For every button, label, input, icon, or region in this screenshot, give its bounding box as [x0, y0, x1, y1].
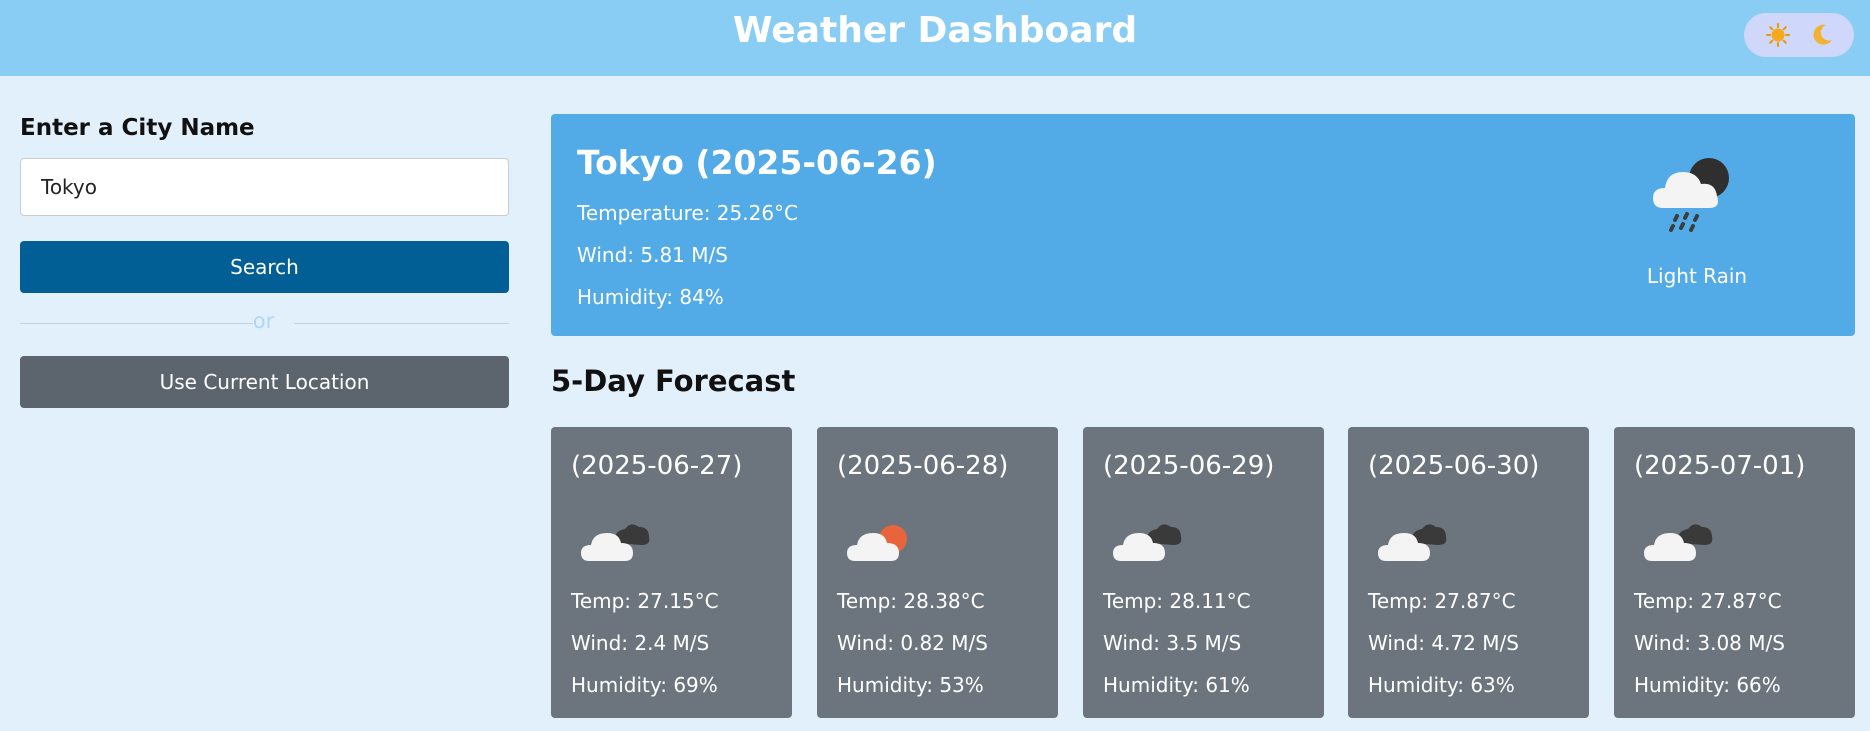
forecast-date: (2025-06-29): [1103, 451, 1275, 481]
city-search-input[interactable]: [20, 158, 509, 216]
city-search-label: Enter a City Name: [20, 115, 255, 141]
forecast-date: (2025-06-27): [571, 451, 743, 481]
broken-clouds-icon: [581, 524, 650, 561]
forecast-humidity: Humidity: 53%: [837, 673, 984, 697]
current-wind: Wind: 5.81 M/S: [577, 243, 728, 267]
current-temperature: Temperature: 25.26°C: [577, 201, 799, 225]
forecast-temp: Temp: 28.38°C: [837, 589, 985, 613]
forecast-card: (2025-06-30) Temp: 27.87°C Wind: 4.72 M/…: [1348, 427, 1589, 718]
forecast-heading: 5-Day Forecast: [551, 364, 796, 398]
forecast-temp: Temp: 28.11°C: [1103, 589, 1251, 613]
app-header: Weather Dashboard: [0, 0, 1870, 76]
current-city-date: Tokyo (2025-06-26): [577, 143, 937, 182]
theme-toggle[interactable]: [1744, 13, 1854, 57]
forecast-temp: Temp: 27.15°C: [571, 589, 719, 613]
night-rain-icon: [1653, 158, 1729, 232]
broken-clouds-icon: [1644, 524, 1713, 561]
forecast-wind: Wind: 3.08 M/S: [1634, 631, 1785, 655]
forecast-card: (2025-07-01) Temp: 27.87°C Wind: 3.08 M/…: [1614, 427, 1855, 718]
forecast-temp: Temp: 27.87°C: [1634, 589, 1782, 613]
broken-clouds-icon: [1378, 524, 1447, 561]
moon-icon[interactable]: [1810, 23, 1834, 47]
forecast-card: (2025-06-28) Temp: 28.38°C Wind: 0.82 M/…: [817, 427, 1058, 718]
page-title: Weather Dashboard: [732, 10, 1138, 51]
forecast-humidity: Humidity: 61%: [1103, 673, 1250, 697]
current-humidity: Humidity: 84%: [577, 285, 724, 309]
divider-right: [294, 323, 509, 324]
current-weather-card: Tokyo (2025-06-26) Temperature: 25.26°C …: [551, 114, 1855, 336]
forecast-card: (2025-06-29) Temp: 28.11°C Wind: 3.5 M/S…: [1083, 427, 1324, 718]
weather-description: Light Rain: [1646, 264, 1748, 288]
use-current-location-button[interactable]: Use Current Location: [20, 356, 509, 408]
forecast-date: (2025-06-28): [837, 451, 1009, 481]
forecast-wind: Wind: 3.5 M/S: [1103, 631, 1242, 655]
forecast-wind: Wind: 2.4 M/S: [571, 631, 710, 655]
divider-left: [20, 323, 253, 324]
broken-clouds-icon: [1113, 524, 1182, 561]
forecast-humidity: Humidity: 63%: [1368, 673, 1515, 697]
forecast-temp: Temp: 27.87°C: [1368, 589, 1516, 613]
divider-or-text: or: [252, 309, 275, 333]
forecast-wind: Wind: 0.82 M/S: [837, 631, 988, 655]
search-button[interactable]: Search: [20, 241, 509, 293]
forecast-humidity: Humidity: 66%: [1634, 673, 1781, 697]
sun-icon[interactable]: [1766, 23, 1790, 47]
few-clouds-icon: [847, 525, 907, 561]
forecast-card: (2025-06-27) Temp: 27.15°C Wind: 2.4 M/S…: [551, 427, 792, 718]
forecast-wind: Wind: 4.72 M/S: [1368, 631, 1519, 655]
forecast-date: (2025-06-30): [1368, 451, 1540, 481]
forecast-date: (2025-07-01): [1634, 451, 1806, 481]
forecast-humidity: Humidity: 69%: [571, 673, 718, 697]
